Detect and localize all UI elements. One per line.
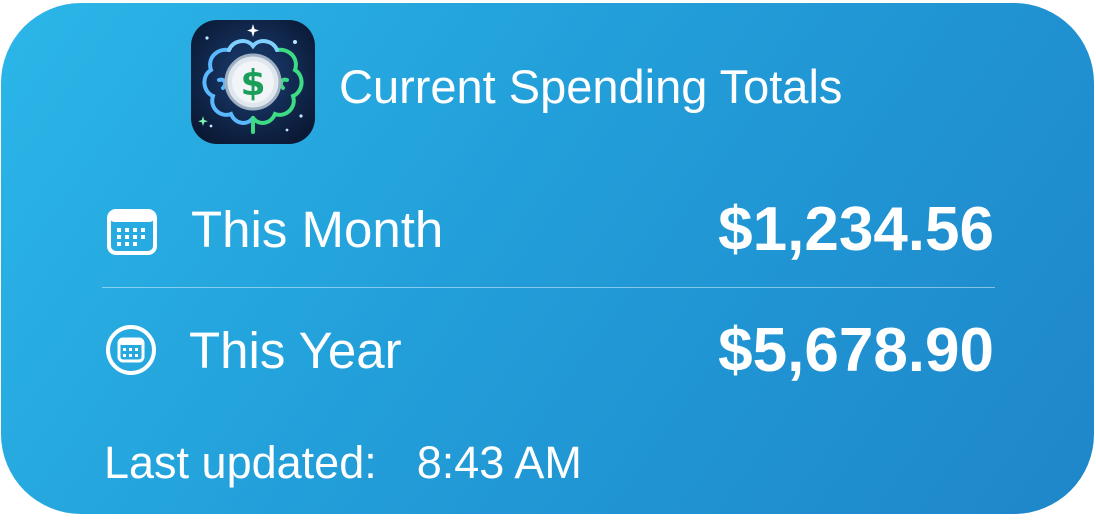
- last-updated: Last updated: 8:43 AM: [104, 435, 582, 491]
- row-divider: [102, 287, 995, 288]
- this-year-value: $5,678.90: [718, 316, 994, 385]
- this-month-value: $1,234.56: [718, 195, 994, 264]
- svg-text:$: $: [240, 63, 265, 104]
- widget-title: Current Spending Totals: [339, 60, 843, 113]
- this-month-label: This Month: [191, 201, 444, 258]
- brain-dollar-app-icon: $: [191, 20, 315, 144]
- calendar-icon: [106, 206, 158, 258]
- spending-widget[interactable]: $ Current Spending Totals This Month $1,…: [1, 3, 1094, 514]
- this-year-label: This Year: [189, 322, 402, 379]
- calendar-circle-icon: [105, 324, 157, 376]
- last-updated-label: Last updated:: [104, 437, 377, 488]
- last-updated-time: 8:43 AM: [416, 437, 582, 488]
